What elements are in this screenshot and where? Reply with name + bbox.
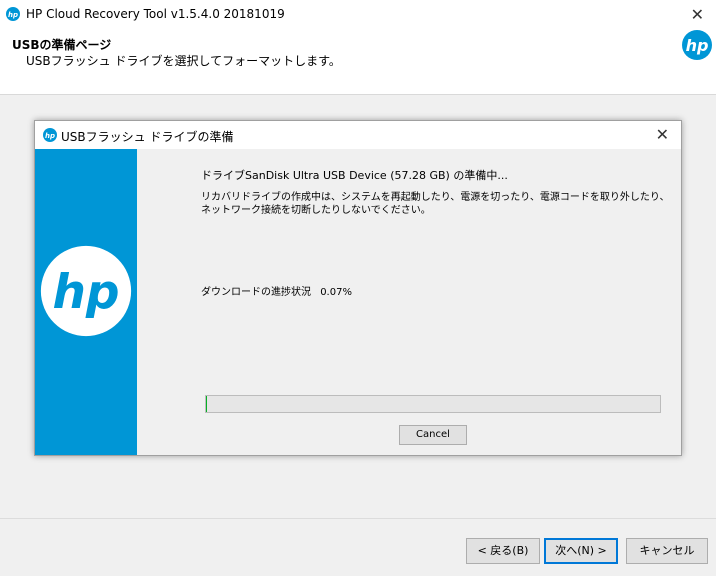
cancel-button[interactable]: キャンセル [626,538,708,564]
svg-text:hp: hp [8,11,18,19]
page-subtitle: USBフラッシュ ドライブを選択してフォーマットします。 [26,54,341,68]
page-header: USBの準備ページ USBフラッシュ ドライブを選択してフォーマットします。 h… [0,30,716,95]
back-button[interactable]: < 戻る(B) [466,538,540,564]
progress-value: 0.07% [320,287,352,298]
dialog-body: ドライブSanDisk Ultra USB Device (57.28 GB) … [137,149,681,455]
dialog-title: USBフラッシュ ドライブの準備 [61,130,234,144]
progress-label: ダウンロードの進捗状況 [201,287,311,298]
usb-prepare-dialog: hp USBフラッシュ ドライブの準備 ✕ hp ドライブSanDisk Ult… [34,120,682,456]
dialog-close-icon[interactable]: ✕ [656,125,669,144]
svg-text:hp: hp [45,132,55,140]
svg-text:hp: hp [52,265,119,320]
hp-logo-icon: hp [682,30,712,60]
status-line: ドライブSanDisk Ultra USB Device (57.28 GB) … [201,169,508,182]
dialog-titlebar: hp USBフラッシュ ドライブの準備 ✕ [35,121,681,149]
dialog-side-panel: hp [35,149,137,455]
dialog-cancel-button[interactable]: Cancel [399,425,467,445]
progress-bar [205,395,661,413]
hp-logo-icon: hp [6,7,20,21]
next-button[interactable]: 次へ(N) > [544,538,618,564]
warning-text: リカバリドライブの作成中は、システムを再起動したり、電源を切ったり、電源コードを… [201,192,670,216]
window-title: HP Cloud Recovery Tool v1.5.4.0 20181019 [26,7,285,21]
window-titlebar: hp HP Cloud Recovery Tool v1.5.4.0 20181… [0,0,716,30]
progress-row: ダウンロードの進捗状況 0.07% [201,283,352,298]
hp-logo-icon: hp [43,128,57,142]
footer-divider [0,518,716,519]
close-icon[interactable]: ✕ [691,5,704,24]
hp-logo-icon: hp [40,245,132,337]
page-title: USBの準備ページ [12,38,112,52]
svg-text:hp: hp [686,36,709,55]
